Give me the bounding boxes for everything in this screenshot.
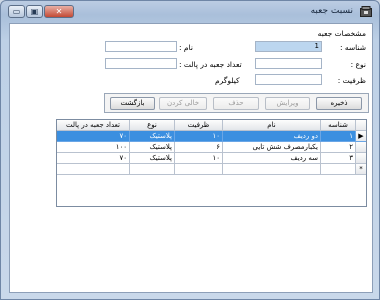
cell-name[interactable]: دو ردیف (223, 131, 321, 142)
header-name[interactable]: نام (223, 120, 321, 131)
cell-type[interactable]: پلاستیک (130, 153, 175, 164)
type-field[interactable] (255, 58, 322, 69)
clear-button[interactable]: خالی کردن (159, 97, 207, 110)
app-icon (360, 6, 372, 17)
group-title: مشخصات جعبه (317, 29, 366, 38)
save-button[interactable]: ذخیره (316, 97, 362, 110)
current-row-arrow-icon[interactable]: ▶ (356, 131, 366, 142)
maximize-button[interactable]: ▣ (26, 5, 43, 18)
cell-type[interactable]: پلاستیک (130, 131, 175, 142)
box-count-field[interactable] (105, 58, 177, 69)
cell-capacity[interactable]: ۱۰ (175, 153, 223, 164)
close-button[interactable]: ✕ (44, 5, 74, 18)
minimize-button[interactable]: ▭ (8, 5, 25, 18)
cell-name[interactable]: یکبارمصرف شش تایی (223, 142, 321, 153)
new-cell-code[interactable] (321, 164, 356, 175)
edit-button[interactable]: ویرایش (265, 97, 310, 110)
code-label: شناسه : (339, 43, 366, 52)
new-row-asterisk-icon[interactable]: * (356, 164, 366, 175)
box-count-label: تعداد جعبه در پالت : (179, 60, 242, 69)
cell-box-count[interactable]: ۱۰۰ (57, 142, 130, 153)
cell-capacity[interactable]: ۶ (175, 142, 223, 153)
cell-capacity[interactable]: ۱۰ (175, 131, 223, 142)
cell-type[interactable]: پلاستیک (130, 142, 175, 153)
header-box-count[interactable]: تعداد جعبه در پالت (57, 120, 130, 131)
header-type[interactable]: نوع (130, 120, 175, 131)
boxes-grid[interactable]: شناسه نام ظرفیت نوع تعداد جعبه در پالت ۱… (56, 119, 367, 207)
cell-box-count[interactable]: ۷۰ (57, 153, 130, 164)
code-field[interactable]: 1 (255, 41, 322, 52)
capacity-label: ظرفیت : (337, 76, 366, 85)
form-client-area: مشخصات جعبه شناسه : 1 نوع : ظرفیت : نام … (9, 23, 373, 293)
new-cell-type[interactable] (130, 164, 175, 175)
back-button[interactable]: بازگشت (110, 97, 155, 110)
row-selector[interactable] (356, 153, 366, 164)
type-label: نوع : (350, 60, 366, 69)
new-cell-capacity[interactable] (175, 164, 223, 175)
capacity-field[interactable] (255, 74, 322, 85)
window: ▭ ▣ ✕ نسبت جعبه مشخصات جعبه شناسه : 1 نو… (0, 0, 380, 300)
cell-name[interactable]: سه ردیف (223, 153, 321, 164)
window-title: نسبت جعبه (310, 6, 353, 16)
cell-code[interactable]: ۲ (321, 142, 356, 153)
name-label: نام : (179, 43, 193, 52)
cell-code[interactable]: ۱ (321, 131, 356, 142)
name-field[interactable] (105, 41, 177, 52)
cell-code[interactable]: ۳ (321, 153, 356, 164)
delete-button[interactable]: حذف (213, 97, 259, 110)
cell-box-count[interactable]: ۷۰ (57, 131, 130, 142)
title-bar[interactable]: ▭ ▣ ✕ نسبت جعبه (1, 1, 379, 23)
new-cell-box-count[interactable] (57, 164, 130, 175)
header-row-selector (356, 120, 366, 131)
header-code[interactable]: شناسه (321, 120, 356, 131)
row-selector[interactable] (356, 142, 366, 153)
new-cell-name[interactable] (223, 164, 321, 175)
header-capacity[interactable]: ظرفیت (175, 120, 223, 131)
kilogram-unit-label: کیلوگرم (215, 76, 240, 85)
